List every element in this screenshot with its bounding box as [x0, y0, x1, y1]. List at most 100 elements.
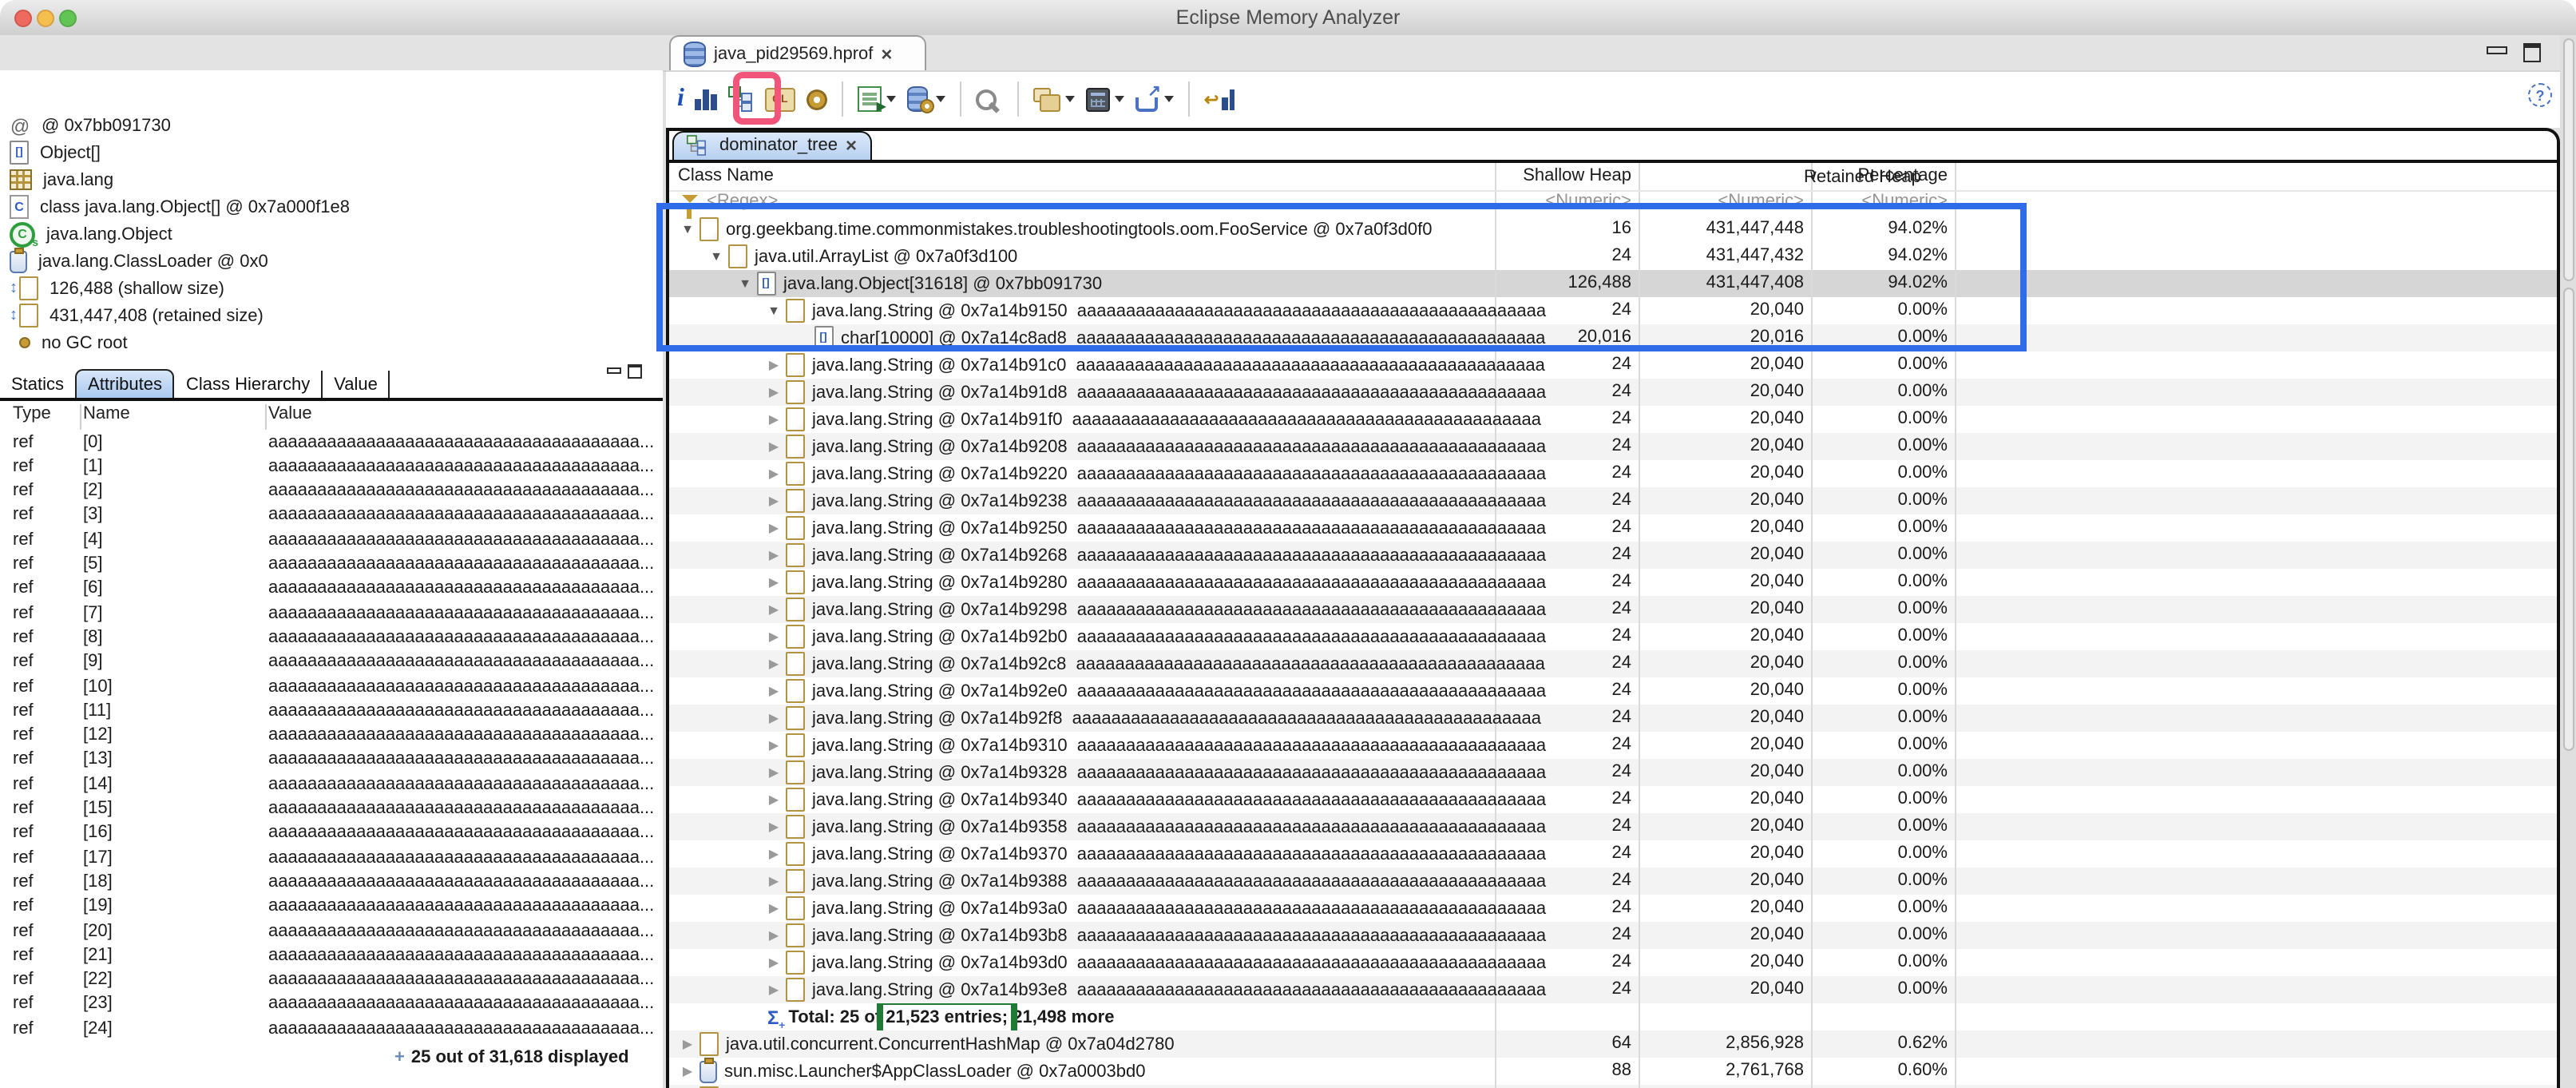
table-row[interactable]: ▶java.lang.String @ 0x7a14b92f8 aaaaaaaa… — [668, 705, 2556, 732]
collapsed-toolbar-pill[interactable] — [2562, 288, 2574, 751]
customize-gear-icon[interactable] — [806, 89, 827, 110]
attr-row[interactable]: ref[16]aaaaaaaaaaaaaaaaaaaaaaaaaaaaaaaaa… — [0, 823, 663, 848]
heap-settings-button[interactable] — [907, 87, 945, 113]
inspector-item[interactable]: []Object[] — [0, 139, 672, 166]
retained-set-icon[interactable]: ↩ — [1204, 89, 1234, 110]
inspector-item[interactable]: Cclass java.lang.Object[] @ 0x7a000f1e8 — [0, 193, 672, 220]
chevron-down-icon[interactable] — [936, 97, 945, 103]
attr-row[interactable]: ref[15]aaaaaaaaaaaaaaaaaaaaaaaaaaaaaaaaa… — [0, 798, 663, 823]
table-row[interactable]: ▶java.lang.String @ 0x7a14b9358 aaaaaaaa… — [668, 813, 2556, 840]
attr-row[interactable]: ref[5]aaaaaaaaaaaaaaaaaaaaaaaaaaaaaaaaaa… — [0, 554, 663, 578]
column-value[interactable]: Value — [268, 404, 312, 423]
table-row[interactable]: ▶sun.misc.Launcher$AppClassLoader @ 0x7a… — [668, 1058, 2556, 1085]
attr-row[interactable]: ref[14]aaaaaaaaaaaaaaaaaaaaaaaaaaaaaaaaa… — [0, 773, 663, 798]
histogram-icon[interactable] — [696, 89, 717, 110]
table-row[interactable]: ▶java.lang.String @ 0x7a14b9310 aaaaaaaa… — [668, 732, 2556, 759]
expand-arrow[interactable]: ▶ — [764, 657, 783, 671]
expand-arrow[interactable]: ▶ — [764, 820, 783, 834]
table-row[interactable]: ▶java.lang.String @ 0x7a14b9268 aaaaaaaa… — [668, 542, 2556, 569]
expand-arrow[interactable]: ▶ — [764, 765, 783, 780]
chevron-down-icon[interactable] — [1065, 97, 1075, 103]
expand-arrow[interactable]: ▶ — [764, 847, 783, 861]
attr-row[interactable]: ref[2]aaaaaaaaaaaaaaaaaaaaaaaaaaaaaaaaaa… — [0, 480, 663, 505]
expand-arrow[interactable]: ▶ — [764, 467, 783, 481]
column-shallow-heap[interactable]: Shallow Heap — [1497, 165, 1631, 185]
tab-heap-dump-editor[interactable]: java_pid29569.hprof × — [669, 35, 926, 70]
attr-row[interactable]: ref[10]aaaaaaaaaaaaaaaaaaaaaaaaaaaaaaaaa… — [0, 676, 663, 701]
expand-arrow[interactable]: ▶ — [764, 684, 783, 698]
chevron-down-icon[interactable] — [1115, 97, 1124, 103]
column-class-name[interactable]: Class Name — [678, 165, 774, 185]
expand-arrow[interactable]: ▶ — [764, 494, 783, 508]
attr-row[interactable]: ref[18]aaaaaaaaaaaaaaaaaaaaaaaaaaaaaaaaa… — [0, 872, 663, 896]
table-row[interactable] — [668, 1085, 2556, 1088]
close-icon[interactable]: × — [846, 137, 857, 153]
maximize-editor-icon[interactable] — [2523, 43, 2541, 62]
compare-button[interactable]: ↗ — [1135, 88, 1174, 112]
table-row[interactable]: ▶java.lang.String @ 0x7a14b92b0 aaaaaaaa… — [668, 623, 2556, 650]
table-row[interactable]: ▶java.lang.String @ 0x7a14b93a0 aaaaaaaa… — [668, 895, 2556, 922]
attr-row[interactable]: ref[23]aaaaaaaaaaaaaaaaaaaaaaaaaaaaaaaaa… — [0, 994, 663, 1019]
search-icon[interactable] — [976, 89, 997, 110]
table-row[interactable]: ▶java.lang.String @ 0x7a14b9238 aaaaaaaa… — [668, 487, 2556, 514]
expand-arrow[interactable]: ▶ — [764, 792, 783, 807]
attr-row[interactable]: ref[3]aaaaaaaaaaaaaaaaaaaaaaaaaaaaaaaaaa… — [0, 505, 663, 530]
table-row[interactable]: ▶java.lang.String @ 0x7a14b91d8 aaaaaaaa… — [668, 379, 2556, 406]
inspector-item[interactable]: ↕126,488 (shallow size) — [0, 275, 672, 302]
expand-arrow[interactable]: ▶ — [764, 901, 783, 915]
table-row[interactable]: ▶java.lang.String @ 0x7a14b93e8 aaaaaaaa… — [668, 976, 2556, 1003]
attr-row[interactable]: ref[7]aaaaaaaaaaaaaaaaaaaaaaaaaaaaaaaaaa… — [0, 602, 663, 627]
expand-arrow[interactable]: ▶ — [678, 1064, 697, 1078]
inspector-item[interactable]: Csjava.lang.Object — [0, 220, 672, 248]
expand-arrow[interactable]: ▶ — [678, 1037, 697, 1051]
expand-arrow[interactable]: ▶ — [764, 874, 783, 888]
expand-arrow[interactable]: ▶ — [764, 711, 783, 725]
expand-arrow[interactable]: ▶ — [764, 629, 783, 644]
minimize-editor-icon[interactable] — [2487, 46, 2507, 54]
table-total-row[interactable]: Σ+Total: 25 of 21,523 entries; 21,498 mo… — [668, 1003, 2556, 1030]
inspector-item[interactable]: java.lang.ClassLoader @ 0x0 — [0, 248, 672, 275]
help-icon[interactable]: ? — [2528, 83, 2552, 107]
inspector-item[interactable]: @@ 0x7bb091730 — [0, 112, 672, 139]
attr-row[interactable]: ref[12]aaaaaaaaaaaaaaaaaaaaaaaaaaaaaaaaa… — [0, 725, 663, 749]
attr-row[interactable]: ref[20]aaaaaaaaaaaaaaaaaaaaaaaaaaaaaaaaa… — [0, 920, 663, 945]
table-row[interactable]: ▶java.lang.String @ 0x7a14b9280 aaaaaaaa… — [668, 569, 2556, 596]
attr-row[interactable]: ref[9]aaaaaaaaaaaaaaaaaaaaaaaaaaaaaaaaaa… — [0, 651, 663, 676]
inspector-item[interactable]: ↕431,447,408 (retained size) — [0, 302, 672, 329]
table-row[interactable]: ▶java.lang.String @ 0x7a14b92e0 aaaaaaaa… — [668, 677, 2556, 705]
attr-row[interactable]: ref[11]aaaaaaaaaaaaaaaaaaaaaaaaaaaaaaaaa… — [0, 701, 663, 725]
attr-row[interactable]: ref[17]aaaaaaaaaaaaaaaaaaaaaaaaaaaaaaaaa… — [0, 847, 663, 872]
minimize-pane-icon[interactable] — [607, 367, 621, 374]
table-row[interactable]: ▶java.lang.String @ 0x7a14b9208 aaaaaaaa… — [668, 433, 2556, 460]
attr-row[interactable]: ref[19]aaaaaaaaaaaaaaaaaaaaaaaaaaaaaaaaa… — [0, 895, 663, 920]
expand-arrow[interactable]: ▶ — [764, 955, 783, 970]
attr-row[interactable]: ref[6]aaaaaaaaaaaaaaaaaaaaaaaaaaaaaaaaaa… — [0, 578, 663, 603]
expand-arrow[interactable]: ▶ — [764, 983, 783, 997]
table-row[interactable]: ▶java.util.concurrent.ConcurrentHashMap … — [668, 1030, 2556, 1058]
attr-row[interactable]: ref[22]aaaaaaaaaaaaaaaaaaaaaaaaaaaaaaaaa… — [0, 969, 663, 994]
column-type[interactable]: Type — [13, 404, 51, 423]
close-icon[interactable]: × — [881, 46, 892, 62]
table-row[interactable]: ▶java.lang.String @ 0x7a14b92c8 aaaaaaaa… — [668, 650, 2556, 677]
table-row[interactable]: ▶java.lang.String @ 0x7a14b9250 aaaaaaaa… — [668, 514, 2556, 542]
expert-tests-button[interactable]: ▶ — [858, 87, 896, 113]
attr-row[interactable]: ref[8]aaaaaaaaaaaaaaaaaaaaaaaaaaaaaaaaaa… — [0, 627, 663, 652]
chevron-down-icon[interactable] — [1164, 97, 1174, 103]
expand-arrow[interactable]: ▶ — [764, 548, 783, 562]
collapsed-toolbar-pill[interactable] — [2562, 38, 2574, 281]
attr-row[interactable]: ref[24]aaaaaaaaaaaaaaaaaaaaaaaaaaaaaaaaa… — [0, 1018, 663, 1042]
table-row[interactable]: ▶java.lang.String @ 0x7a14b91f0 aaaaaaaa… — [668, 406, 2556, 433]
expand-arrow[interactable]: ▶ — [764, 412, 783, 427]
attr-row[interactable]: ref[1]aaaaaaaaaaaaaaaaaaaaaaaaaaaaaaaaaa… — [0, 456, 663, 481]
chevron-down-icon[interactable] — [886, 97, 896, 103]
column-name[interactable]: Name — [83, 404, 130, 423]
expand-arrow[interactable]: ▶ — [764, 385, 783, 399]
tab-statics[interactable]: Statics — [0, 371, 75, 398]
table-row[interactable]: ▶java.lang.String @ 0x7a14b9388 aaaaaaaa… — [668, 868, 2556, 895]
table-row[interactable]: ▶java.lang.String @ 0x7a14b91c0 aaaaaaaa… — [668, 351, 2556, 379]
column-percentage[interactable]: Percentage — [1812, 165, 1948, 185]
table-row[interactable]: ▶java.lang.String @ 0x7a14b93b8 aaaaaaaa… — [668, 922, 2556, 949]
table-row[interactable]: ▶java.lang.String @ 0x7a14b9220 aaaaaaaa… — [668, 460, 2556, 487]
inspector-item[interactable]: java.lang — [0, 166, 672, 193]
tab-value[interactable]: Value — [323, 371, 389, 398]
